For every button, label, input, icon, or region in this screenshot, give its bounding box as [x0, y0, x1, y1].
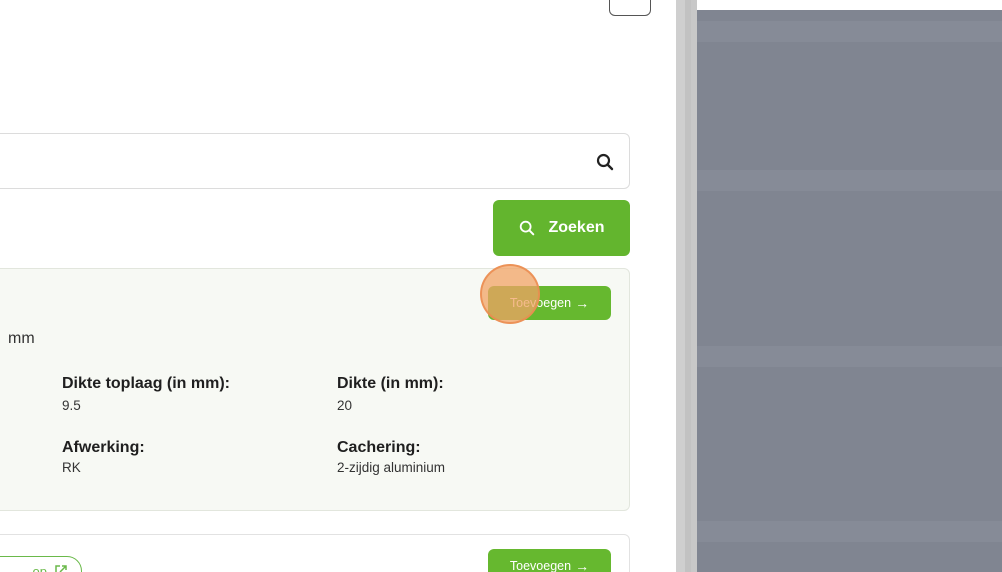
spec-label-afwerking: Afwerking:	[62, 439, 145, 456]
dropdown-toggle[interactable]	[609, 0, 651, 16]
spec-label-dikte: Dikte (in mm):	[337, 375, 444, 392]
backdrop-band	[697, 21, 1002, 42]
dimension-fragment: mm	[8, 330, 35, 347]
external-link-pill[interactable]: op	[0, 556, 82, 572]
backdrop-top-edge	[697, 0, 1002, 10]
search-button-label: Zoeken	[548, 219, 605, 236]
search-icon	[520, 220, 535, 236]
search-input[interactable]	[7, 146, 567, 176]
scrollbar-track	[676, 0, 691, 572]
add-to-list-button[interactable]: Toevoegen →	[488, 286, 611, 320]
scrollbar[interactable]	[676, 0, 697, 572]
spec-label-cachering: Cachering:	[337, 439, 421, 456]
add-button-label: Toevoegen	[509, 296, 572, 310]
spec-value-dikte-toplaag: 9.5	[62, 398, 81, 413]
search-button[interactable]: Zoeken	[493, 200, 630, 256]
add-to-list-button-2[interactable]: Toevoegen →	[488, 549, 611, 572]
add-button-label-2: Toevoegen	[509, 559, 572, 572]
backdrop-band	[697, 170, 1002, 191]
external-link-icon	[55, 565, 67, 572]
backdrop-band	[697, 521, 1002, 542]
main-panel: Zoeken mm Dikte toplaag (in mm): 9.5 Dik…	[0, 0, 676, 572]
search-icon[interactable]	[595, 152, 615, 172]
backdrop-band	[697, 346, 1002, 367]
spec-value-dikte: 20	[337, 398, 353, 413]
external-link-label: op	[32, 563, 47, 572]
modal-backdrop	[697, 0, 1002, 572]
spec-value-cachering: 2-zijdig aluminium	[337, 460, 446, 475]
spec-label-dikte-toplaag: Dikte toplaag (in mm):	[62, 375, 231, 392]
arrow-right-icon: →	[575, 295, 590, 311]
search-bar	[0, 133, 630, 189]
spec-value-afwerking: RK	[62, 460, 81, 475]
arrow-right-icon: →	[575, 558, 590, 572]
